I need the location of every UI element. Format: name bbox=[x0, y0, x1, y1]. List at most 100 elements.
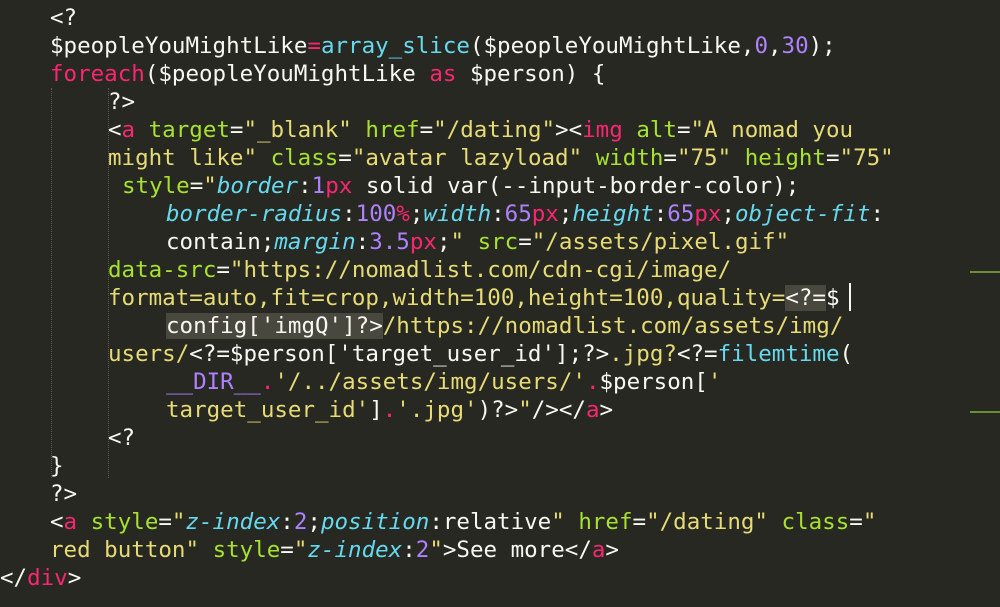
code-token: . bbox=[382, 397, 397, 423]
code-token: /https://nomadlist.com/assets/img/ bbox=[382, 313, 844, 339]
code-token: a bbox=[591, 537, 606, 563]
code-token: = bbox=[338, 145, 352, 171]
code-token: width bbox=[595, 145, 664, 171]
code-token: ($peopleYouMightLike, bbox=[469, 33, 755, 59]
minimap-marker[interactable] bbox=[970, 271, 1000, 273]
indent-guide bbox=[51, 88, 52, 478]
code-token: ] bbox=[369, 397, 383, 423]
code-token: < bbox=[50, 509, 64, 535]
code-token: 3.5 bbox=[369, 229, 410, 255]
code-token: "75" bbox=[839, 145, 894, 171]
code-line-6: might like" class="avatar lazyload" widt… bbox=[108, 144, 894, 172]
code-token: = bbox=[849, 509, 863, 535]
code-token: " bbox=[450, 229, 465, 255]
code-token: data-src bbox=[108, 257, 217, 283]
code-line-7: style="border:1px solid var(--input-bord… bbox=[122, 172, 799, 200]
code-token: ); bbox=[808, 33, 836, 59]
code-token: class bbox=[270, 145, 339, 171]
code-token: " bbox=[171, 509, 186, 535]
code-token: px bbox=[409, 229, 437, 255]
code-token: foreach bbox=[50, 61, 145, 87]
code-token: __DIR__ bbox=[166, 369, 261, 395]
code-token: src bbox=[477, 229, 519, 255]
code-token: red button" bbox=[50, 537, 200, 563]
text-cursor bbox=[849, 283, 851, 311]
code-token: : bbox=[870, 201, 884, 227]
code-token: height bbox=[572, 201, 654, 227]
code-token: = bbox=[158, 509, 172, 535]
code-token: > bbox=[67, 565, 82, 591]
code-token: $person[ bbox=[599, 369, 708, 395]
code-token: px bbox=[531, 201, 559, 227]
code-token: class bbox=[781, 509, 850, 535]
code-token: 2 bbox=[293, 509, 308, 535]
code-token: : bbox=[342, 201, 356, 227]
code-token: "/dating" bbox=[433, 117, 556, 143]
code-token: % bbox=[396, 201, 410, 227]
code-token: '/../assets/img/users/' bbox=[274, 369, 586, 395]
code-token: users/ bbox=[108, 341, 190, 367]
code-token: < bbox=[108, 117, 122, 143]
code-line-5: <a target="_blank" href="/dating"><img a… bbox=[108, 116, 853, 144]
code-token: 1 bbox=[311, 173, 326, 199]
code-token: border bbox=[216, 173, 299, 199]
code-token: border-radius bbox=[166, 201, 343, 227]
code-token: = bbox=[825, 145, 840, 171]
code-token: ' bbox=[707, 369, 722, 395]
code-token: .jpg? bbox=[609, 341, 677, 367]
code-token: "/dating" bbox=[646, 509, 768, 535]
code-token: height bbox=[744, 145, 826, 171]
code-line-12: config['imgQ']?>/https://nomadlist.com/a… bbox=[166, 312, 843, 340]
code-token: ; bbox=[558, 201, 573, 227]
code-token: $ bbox=[825, 285, 840, 311]
code-line-16: <? bbox=[108, 424, 135, 452]
code-token: " bbox=[429, 537, 443, 563]
code-token: : bbox=[653, 201, 668, 227]
code-token: > bbox=[599, 397, 614, 423]
code-token: href bbox=[578, 509, 633, 535]
code-line-3: foreach($peopleYouMightLike as $person) … bbox=[50, 60, 605, 88]
code-token: :relative bbox=[429, 509, 552, 535]
code-token: : bbox=[402, 537, 416, 563]
code-token: <?= bbox=[676, 341, 718, 367]
code-token: z-index bbox=[185, 509, 281, 535]
code-token: object-fit bbox=[734, 201, 871, 227]
code-token: 0 bbox=[754, 33, 768, 59]
code-token: " bbox=[862, 509, 877, 535]
code-line-15: target_user_id'].'.jpg')?>"/></a> bbox=[166, 396, 613, 424]
code-token: format=auto,fit=crop,width=100,height=10… bbox=[108, 285, 786, 311]
code-token: <?=$person['target_user_id'];?> bbox=[189, 341, 610, 367]
code-token: div bbox=[27, 565, 68, 591]
code-token: 65 bbox=[667, 201, 695, 227]
code-token: " bbox=[518, 397, 532, 423]
code-token: . bbox=[260, 369, 275, 395]
code-token: <? bbox=[50, 5, 78, 31]
code-token: href bbox=[365, 117, 420, 143]
code-line-9: contain;margin:3.5px;" src="/assets/pixe… bbox=[166, 228, 789, 256]
code-line-2: $peopleYouMightLike=array_slice($peopleY… bbox=[50, 32, 836, 60]
code-token: position bbox=[320, 509, 430, 535]
code-token: a bbox=[121, 117, 136, 143]
code-token: = bbox=[216, 257, 230, 283]
code-token: ; bbox=[409, 201, 424, 227]
code-token: > bbox=[605, 537, 619, 563]
code-token: ; bbox=[721, 201, 735, 227]
code-token: width bbox=[423, 201, 492, 227]
code-token: might like" bbox=[108, 145, 258, 171]
minimap-marker[interactable] bbox=[970, 411, 1000, 413]
code-token: '.jpg' bbox=[396, 397, 478, 423]
code-token: = bbox=[419, 117, 434, 143]
code-editor[interactable]: <? $peopleYouMightLike=array_slice($peop… bbox=[0, 0, 1000, 607]
code-token: style bbox=[212, 537, 281, 563]
code-token: contain; bbox=[166, 229, 275, 255]
code-token: config['imgQ']?> bbox=[166, 313, 383, 339]
code-token: 2 bbox=[415, 537, 430, 563]
code-token: style bbox=[90, 509, 159, 535]
